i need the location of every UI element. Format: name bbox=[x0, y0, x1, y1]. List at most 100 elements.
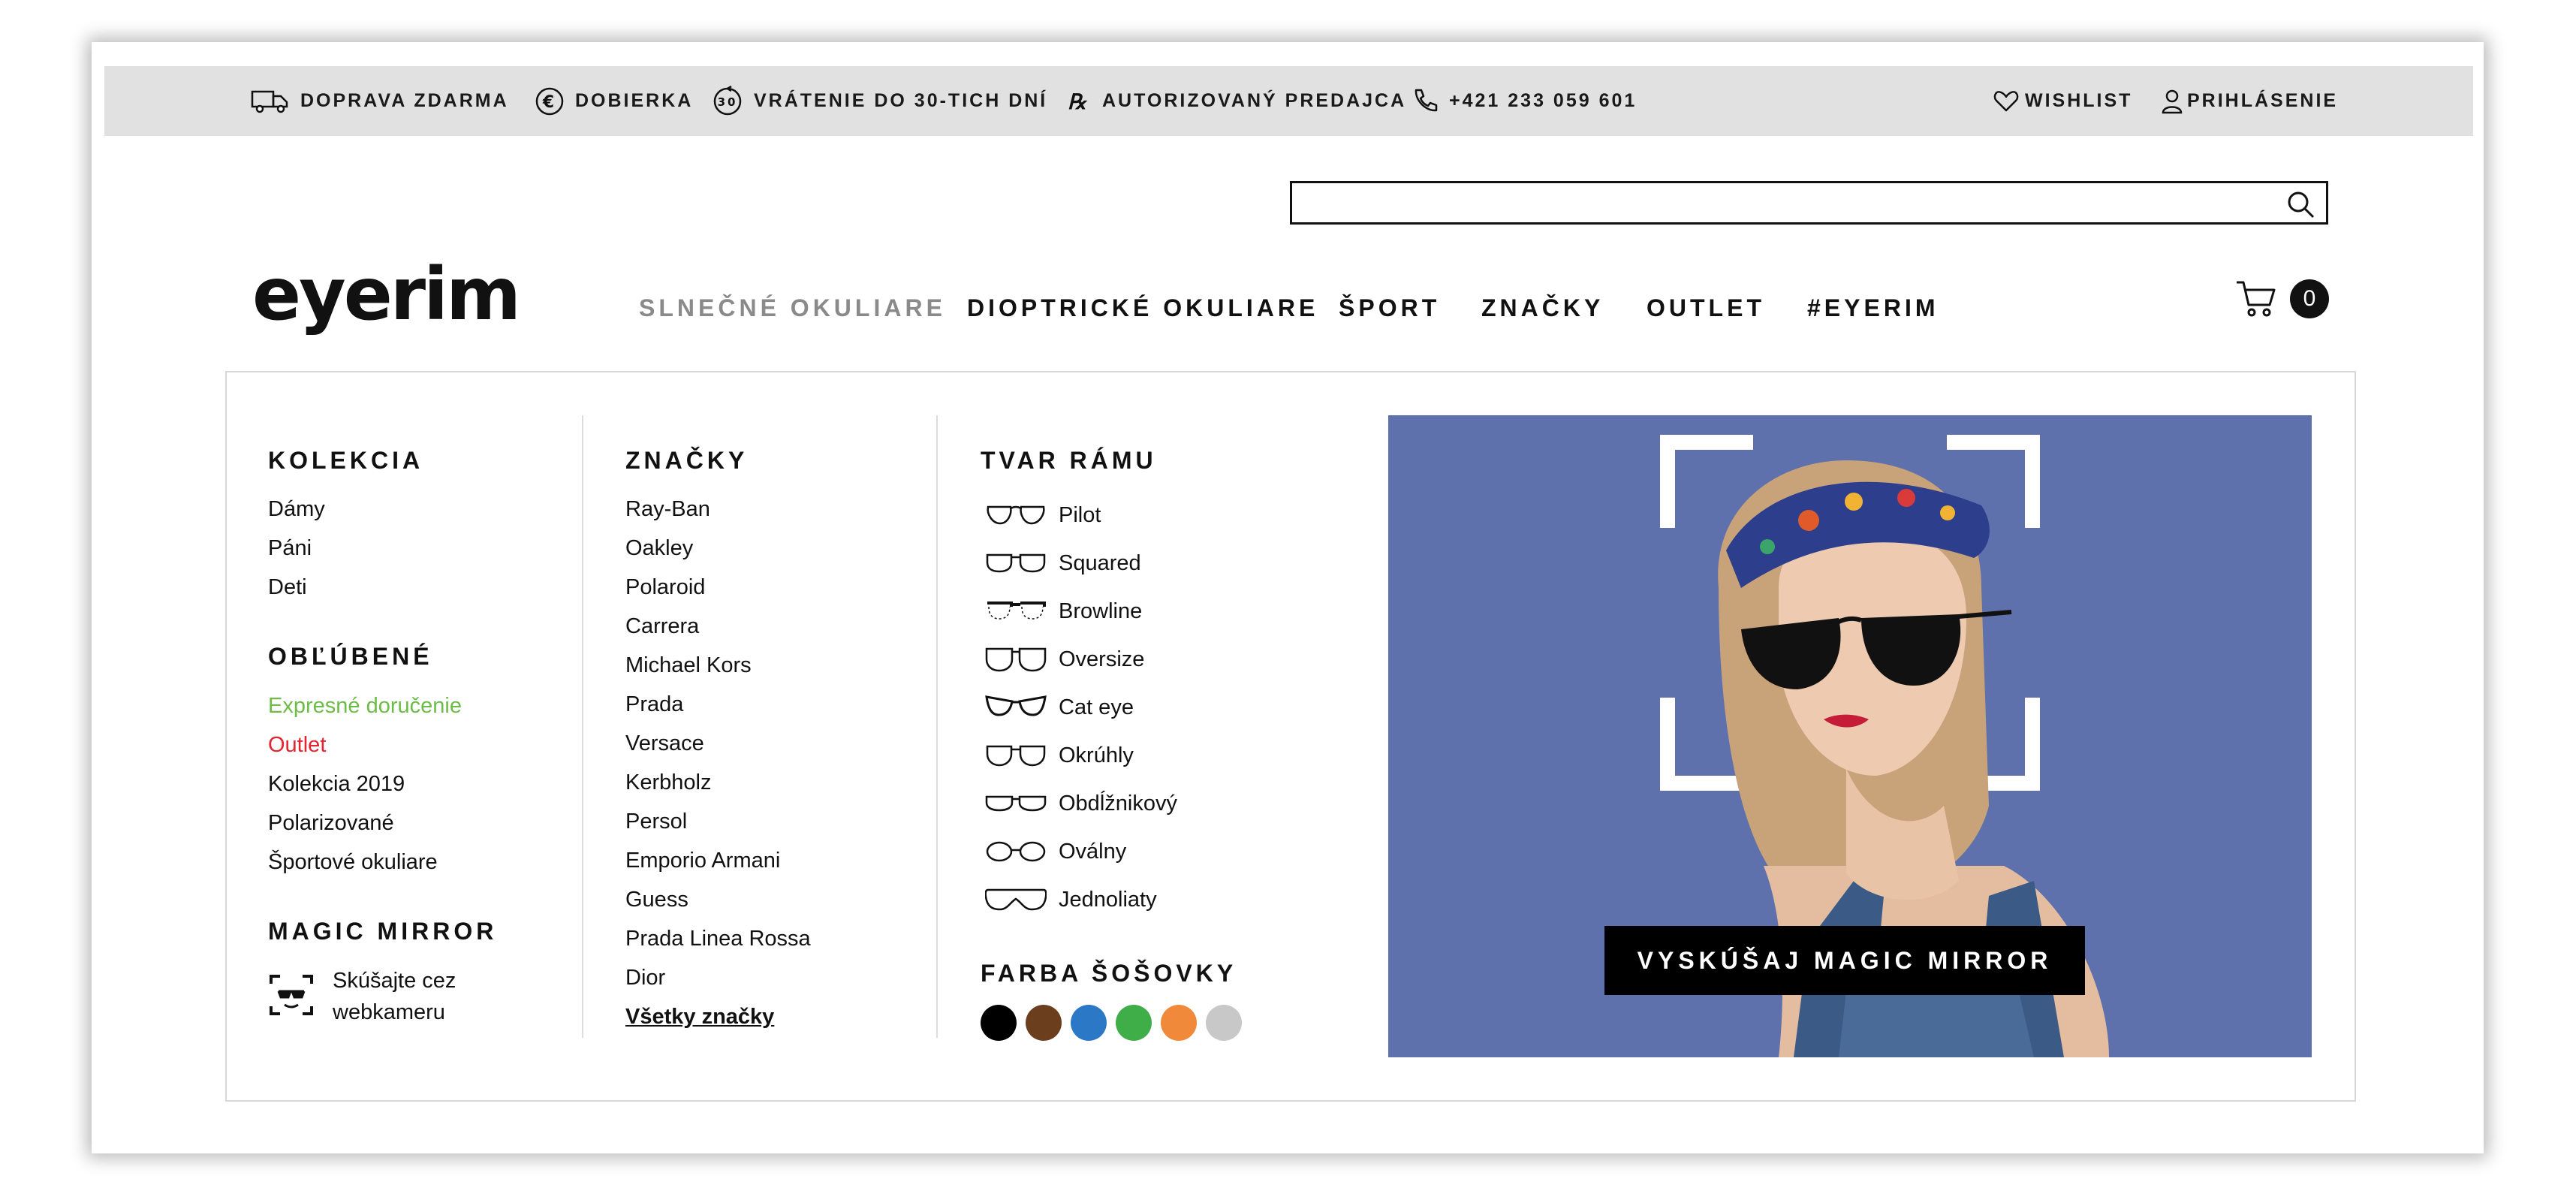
frame-shape-label: Okrúhly bbox=[1059, 743, 1134, 767]
squared-glasses-icon bbox=[986, 553, 1046, 573]
phone-icon bbox=[1410, 87, 1439, 116]
nav-prescription-glasses[interactable]: DIOPTRICKÉ OKULIARE bbox=[967, 294, 1318, 322]
frame-shape-shield[interactable]: Jednoliaty bbox=[985, 883, 1157, 916]
oversize-glasses-icon bbox=[985, 647, 1047, 672]
returns-item[interactable]: 30 VRÁTENIE DO 30-TICH DNÍ bbox=[712, 66, 1047, 136]
magic-mirror-heading: MAGIC MIRROR bbox=[268, 918, 498, 945]
oval-glasses-icon bbox=[986, 841, 1046, 862]
brand-link[interactable]: Emporio Armani bbox=[625, 849, 780, 873]
brand-link[interactable]: Versace bbox=[625, 731, 704, 756]
prescription-icon: ℞ bbox=[1065, 88, 1092, 115]
nav-eyerim[interactable]: #EYERIM bbox=[1807, 294, 1939, 322]
frame-shape-label: Oválny bbox=[1059, 839, 1127, 864]
login-link[interactable]: PRIHLÁSENIE bbox=[2162, 66, 2338, 136]
frame-shape-round[interactable]: Okrúhly bbox=[985, 739, 1134, 772]
frame-shape-cat-eye[interactable]: Cat eye bbox=[985, 691, 1134, 724]
brand-link[interactable]: Michael Kors bbox=[625, 653, 752, 678]
top-info-bar: DOPRAVA ZDARMA € DOBIERKA 30 VRÁTENIE DO… bbox=[104, 66, 2473, 136]
frame-shape-pilot[interactable]: Pilot bbox=[985, 499, 1101, 532]
frame-shape-label: Pilot bbox=[1059, 502, 1101, 527]
frame-shape-label: Browline bbox=[1059, 598, 1143, 623]
cod-item[interactable]: € DOBIERKA bbox=[535, 66, 693, 136]
lens-color-swatch-orange[interactable] bbox=[1161, 1005, 1197, 1041]
wishlist-label: WISHLIST bbox=[2025, 90, 2133, 111]
authorized-label: AUTORIZOVANÝ PREDAJCA bbox=[1102, 90, 1407, 111]
all-brands-link[interactable]: Všetky značky bbox=[625, 1005, 774, 1030]
lens-color-heading: FARBA ŠOŠOVKY bbox=[981, 960, 1237, 987]
cart-count-badge[interactable]: 0 bbox=[2290, 279, 2329, 318]
column-divider bbox=[582, 415, 583, 1038]
pilot-glasses-icon bbox=[987, 505, 1045, 525]
brand-link[interactable]: Carrera bbox=[625, 614, 699, 639]
brand-link[interactable]: Dior bbox=[625, 966, 665, 990]
brand-link[interactable]: Oakley bbox=[625, 536, 693, 561]
magic-mirror-text-line1[interactable]: Skúšajte cez bbox=[333, 969, 456, 993]
search-icon[interactable] bbox=[2285, 189, 2315, 219]
svg-text:€: € bbox=[542, 93, 556, 112]
wishlist-link[interactable]: WISHLIST bbox=[1993, 66, 2132, 136]
brands-heading: ZNAČKY bbox=[625, 447, 749, 474]
frame-shape-oval[interactable]: Oválny bbox=[985, 835, 1126, 868]
favorites-link-express[interactable]: Expresné doručenie bbox=[268, 694, 462, 719]
phone-item[interactable]: +421 233 059 601 bbox=[1410, 66, 1637, 136]
try-magic-mirror-button[interactable]: VYSKÚŠAJ MAGIC MIRROR bbox=[1604, 926, 2085, 995]
favorites-link-sport-glasses[interactable]: Športové okuliare bbox=[268, 850, 438, 875]
magic-mirror-promo-banner[interactable]: VYSKÚŠAJ MAGIC MIRROR bbox=[1388, 415, 2312, 1057]
frame-shape-heading: TVAR RÁMU bbox=[981, 447, 1157, 474]
frame-shape-label: Squared bbox=[1059, 550, 1141, 575]
favorites-link-outlet[interactable]: Outlet bbox=[268, 733, 326, 758]
frame-shape-oversize[interactable]: Oversize bbox=[985, 643, 1144, 676]
search-box[interactable] bbox=[1290, 181, 2328, 225]
collection-link-men[interactable]: Páni bbox=[268, 536, 312, 561]
frame-shape-label: Jednoliaty bbox=[1059, 887, 1157, 912]
frame-shape-rectangular[interactable]: Obdĺžnikový bbox=[985, 787, 1177, 820]
cod-label: DOBIERKA bbox=[575, 90, 694, 111]
collection-link-women[interactable]: Dámy bbox=[268, 497, 325, 522]
favorites-link-polarized[interactable]: Polarizované bbox=[268, 811, 394, 836]
brand-link[interactable]: Guess bbox=[625, 888, 688, 912]
frame-shape-label: Obdĺžnikový bbox=[1059, 791, 1177, 816]
euro-coin-icon: € bbox=[535, 86, 565, 116]
lens-color-swatch-green[interactable] bbox=[1116, 1005, 1152, 1041]
nav-sunglasses[interactable]: SLNEČNÉ OKULIARE bbox=[639, 294, 946, 322]
authorized-item[interactable]: ℞ AUTORIZOVANÝ PREDAJCA bbox=[1065, 66, 1406, 136]
eyerim-logo[interactable]: eyerim bbox=[252, 258, 521, 330]
cart-icon[interactable] bbox=[2235, 278, 2277, 320]
brand-link[interactable]: Persol bbox=[625, 810, 687, 834]
favorites-heading: OBĽÚBENÉ bbox=[268, 643, 433, 670]
frame-shape-browline[interactable]: Browline bbox=[985, 595, 1142, 628]
nav-sport[interactable]: ŠPORT bbox=[1339, 294, 1440, 322]
brand-link[interactable]: Prada bbox=[625, 692, 683, 717]
truck-icon bbox=[251, 89, 290, 114]
collection-heading: KOLEKCIA bbox=[268, 447, 424, 474]
round-glasses-icon bbox=[986, 745, 1046, 767]
rectangular-glasses-icon bbox=[985, 795, 1047, 812]
shield-glasses-icon bbox=[985, 888, 1047, 911]
svg-text:30: 30 bbox=[718, 95, 738, 109]
return-30-days-icon: 30 bbox=[712, 85, 743, 117]
collection-link-kids[interactable]: Deti bbox=[268, 575, 307, 600]
magic-mirror-text-line2[interactable]: webkameru bbox=[333, 1000, 445, 1025]
free-shipping-label: DOPRAVA ZDARMA bbox=[300, 90, 509, 111]
free-shipping-item[interactable]: DOPRAVA ZDARMA bbox=[251, 66, 509, 136]
brand-link[interactable]: Ray-Ban bbox=[625, 497, 710, 522]
nav-brands[interactable]: ZNAČKY bbox=[1481, 294, 1604, 322]
lens-color-swatch-black[interactable] bbox=[981, 1005, 1017, 1041]
frame-shape-squared[interactable]: Squared bbox=[985, 547, 1141, 580]
returns-label: VRÁTENIE DO 30-TICH DNÍ bbox=[754, 90, 1048, 111]
brand-link[interactable]: Prada Linea Rossa bbox=[625, 927, 811, 951]
cat-eye-glasses-icon bbox=[985, 695, 1047, 716]
lens-color-swatch-brown[interactable] bbox=[1026, 1005, 1062, 1041]
brand-link[interactable]: Kerbholz bbox=[625, 770, 711, 795]
lens-color-swatch-grey[interactable] bbox=[1206, 1005, 1242, 1041]
frame-shape-label: Cat eye bbox=[1059, 695, 1134, 719]
frame-shape-label: Oversize bbox=[1059, 647, 1145, 671]
user-icon bbox=[2162, 89, 2183, 114]
brand-link[interactable]: Polaroid bbox=[625, 575, 705, 600]
login-label: PRIHLÁSENIE bbox=[2187, 90, 2339, 111]
nav-outlet[interactable]: OUTLET bbox=[1647, 294, 1765, 322]
lens-color-swatch-blue[interactable] bbox=[1071, 1005, 1107, 1041]
favorites-link-collection-2019[interactable]: Kolekcia 2019 bbox=[268, 772, 405, 797]
phone-number: +421 233 059 601 bbox=[1449, 90, 1637, 111]
webcam-face-icon[interactable] bbox=[268, 972, 315, 1018]
